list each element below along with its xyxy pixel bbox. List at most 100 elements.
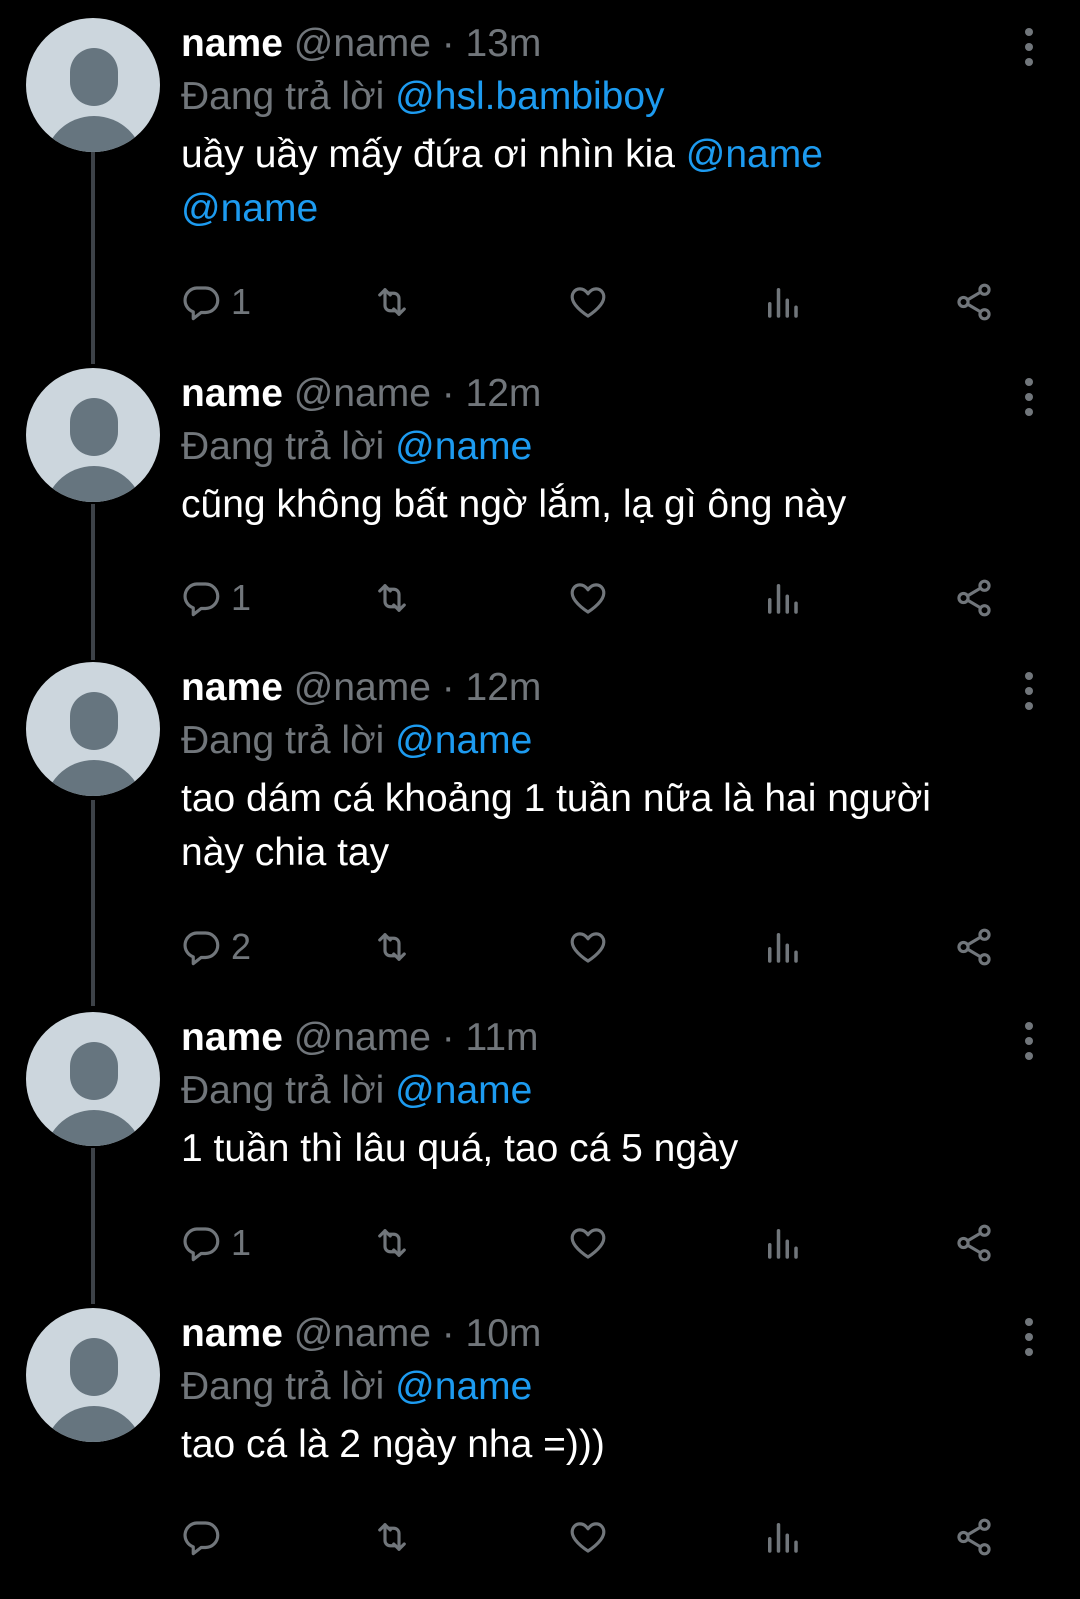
- views-button[interactable]: [761, 573, 803, 623]
- heart-icon: [567, 281, 609, 323]
- handle-time: @name · 11m: [293, 1016, 539, 1059]
- reply-icon: [181, 281, 223, 323]
- heart-button[interactable]: [567, 1512, 609, 1562]
- share-button[interactable]: [953, 277, 995, 327]
- retweet-button[interactable]: [371, 277, 413, 327]
- reply-prefix: Đang trả lời: [181, 425, 385, 468]
- thread-line: [91, 800, 95, 1006]
- reply-icon: [181, 926, 223, 968]
- heart-button[interactable]: [567, 1218, 609, 1268]
- more-vertical-icon[interactable]: [1022, 672, 1036, 717]
- reply-to-mention[interactable]: @hsl.bambiboy: [395, 75, 664, 118]
- display-name[interactable]: name: [181, 666, 283, 709]
- tweet-meta: name @name · 10m: [181, 1308, 1010, 1360]
- share-icon: [953, 1516, 995, 1558]
- views-icon: [761, 926, 803, 968]
- views-icon: [761, 1222, 803, 1264]
- retweet-icon: [371, 1222, 413, 1264]
- share-button[interactable]: [953, 922, 995, 972]
- reply-to-mention[interactable]: @name: [395, 1069, 532, 1112]
- tweet-actions: 1: [181, 573, 1001, 623]
- heart-button[interactable]: [567, 277, 609, 327]
- reply-button[interactable]: 1: [181, 1218, 251, 1268]
- retweet-icon: [371, 281, 413, 323]
- views-button[interactable]: [761, 1218, 803, 1268]
- reply-context: Đang trả lời @name: [181, 714, 1010, 768]
- mention-link[interactable]: @name: [686, 133, 823, 176]
- avatar[interactable]: [26, 1012, 160, 1146]
- reply-button[interactable]: 1: [181, 277, 251, 327]
- heart-icon: [567, 577, 609, 619]
- tweet-meta: name @name · 13m: [181, 18, 1010, 70]
- reply-context: Đang trả lời @hsl.bambiboy: [181, 70, 1010, 124]
- handle-time: @name · 10m: [293, 1312, 542, 1355]
- share-button[interactable]: [953, 1512, 995, 1562]
- views-icon: [761, 577, 803, 619]
- more-vertical-icon[interactable]: [1022, 28, 1036, 73]
- views-button[interactable]: [761, 277, 803, 327]
- reply-icon: [181, 577, 223, 619]
- avatar[interactable]: [26, 18, 160, 152]
- heart-button[interactable]: [567, 573, 609, 623]
- more-vertical-icon[interactable]: [1022, 1022, 1036, 1067]
- share-button[interactable]: [953, 1218, 995, 1268]
- reply-count: 1: [231, 1222, 252, 1263]
- display-name[interactable]: name: [181, 1312, 283, 1355]
- retweet-icon: [371, 926, 413, 968]
- handle-time: @name · 12m: [293, 666, 542, 709]
- reply-button[interactable]: [181, 1512, 223, 1562]
- heart-icon: [567, 926, 609, 968]
- reply-icon: [181, 1222, 223, 1264]
- views-button[interactable]: [761, 1512, 803, 1562]
- tweet-meta: name @name · 12m: [181, 662, 1010, 714]
- reply-to-mention[interactable]: @name: [395, 1365, 532, 1408]
- share-icon: [953, 577, 995, 619]
- tweet-text: cũng không bất ngờ lắm, lạ gì ông này: [181, 483, 847, 526]
- display-name[interactable]: name: [181, 1016, 283, 1059]
- reply-prefix: Đang trả lời: [181, 1069, 385, 1112]
- more-vertical-icon[interactable]: [1022, 378, 1036, 423]
- reply-button[interactable]: 2: [181, 922, 251, 972]
- handle-time: @name · 13m: [293, 22, 542, 65]
- tweet-text: uầy uầy mấy đứa ơi nhìn kia @name @name: [181, 128, 1010, 236]
- share-icon: [953, 281, 995, 323]
- retweet-button[interactable]: [371, 922, 413, 972]
- tweet-text-part: uầy uầy mấy đứa ơi nhìn kia: [181, 133, 686, 176]
- retweet-button[interactable]: [371, 573, 413, 623]
- reply-prefix: Đang trả lời: [181, 75, 385, 118]
- tweet-actions: 1: [181, 277, 1001, 327]
- display-name[interactable]: name: [181, 22, 283, 65]
- avatar[interactable]: [26, 368, 160, 502]
- reply-icon: [181, 1516, 223, 1558]
- retweet-icon: [371, 1516, 413, 1558]
- reply-count: 1: [231, 281, 252, 322]
- reply-prefix: Đang trả lời: [181, 719, 385, 762]
- reply-context: Đang trả lời @name: [181, 1360, 1010, 1414]
- reply-button[interactable]: 1: [181, 573, 251, 623]
- reply-prefix: Đang trả lời: [181, 1365, 385, 1408]
- retweet-button[interactable]: [371, 1218, 413, 1268]
- heart-button[interactable]: [567, 922, 609, 972]
- tweet-actions: 2: [181, 922, 1001, 972]
- heart-icon: [567, 1222, 609, 1264]
- share-icon: [953, 1222, 995, 1264]
- views-button[interactable]: [761, 922, 803, 972]
- views-icon: [761, 281, 803, 323]
- reply-to-mention[interactable]: @name: [395, 425, 532, 468]
- avatar[interactable]: [26, 1308, 160, 1442]
- reply-to-mention[interactable]: @name: [395, 719, 532, 762]
- tweet-text: tao cá là 2 ngày nha =))): [181, 1423, 605, 1466]
- avatar[interactable]: [26, 662, 160, 796]
- heart-icon: [567, 1516, 609, 1558]
- tweet-meta: name @name · 12m: [181, 368, 1010, 420]
- tweet-actions: [181, 1512, 1001, 1562]
- thread-line: [91, 1148, 95, 1304]
- retweet-button[interactable]: [371, 1512, 413, 1562]
- tweet-text: tao dám cá khoảng 1 tuần nữa là hai ngườ…: [181, 777, 931, 874]
- share-button[interactable]: [953, 573, 995, 623]
- display-name[interactable]: name: [181, 372, 283, 415]
- retweet-icon: [371, 577, 413, 619]
- share-icon: [953, 926, 995, 968]
- mention-link[interactable]: @name: [181, 187, 318, 230]
- more-vertical-icon[interactable]: [1022, 1318, 1036, 1363]
